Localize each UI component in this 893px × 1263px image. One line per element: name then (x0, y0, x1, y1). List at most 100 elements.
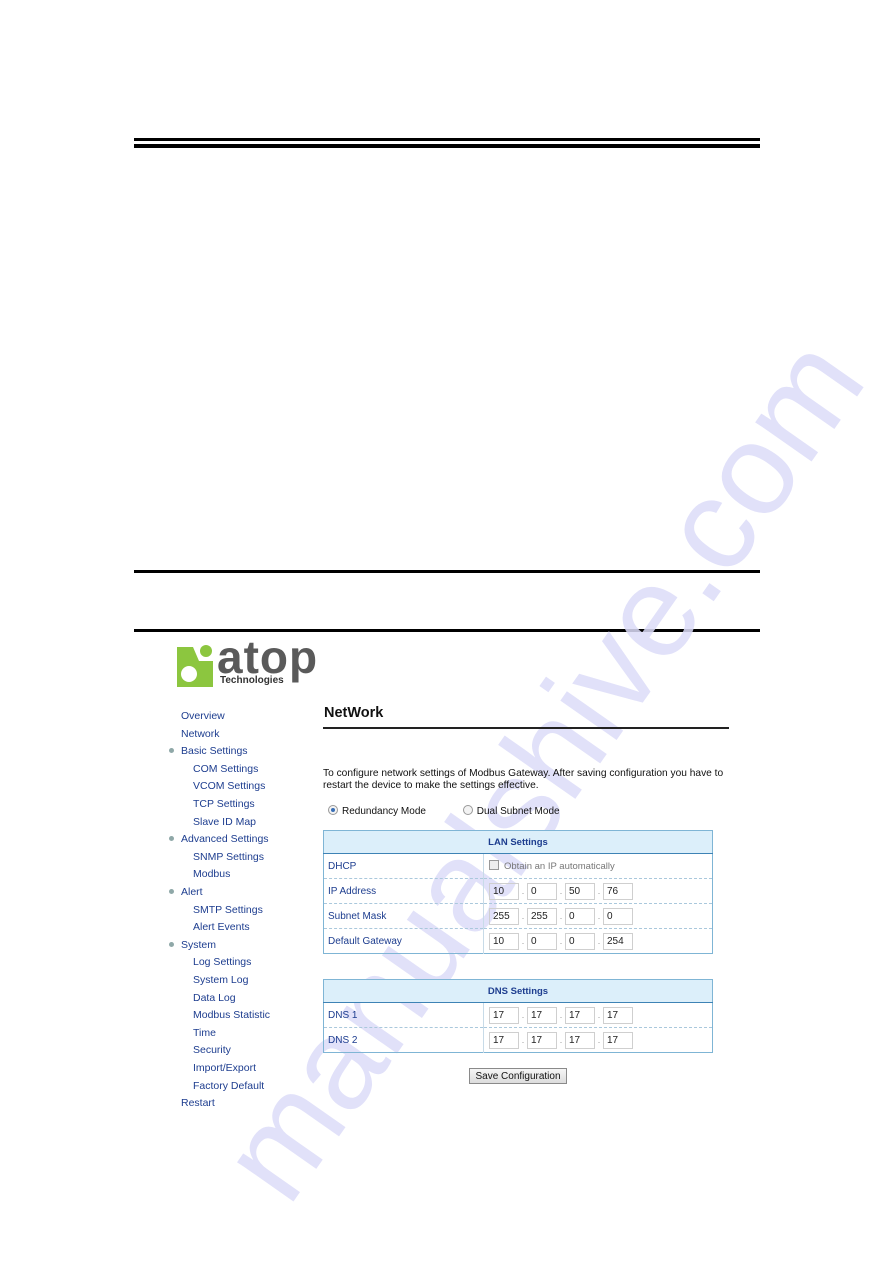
octet-separator: . (521, 936, 525, 946)
dns2-octet-4[interactable]: 17 (603, 1031, 633, 1049)
sidebar-item-system-log[interactable]: System Log (193, 974, 248, 986)
table-row: DNS 1 17. 17. 17. 17 (323, 1002, 713, 1028)
default-gateway-octet-4[interactable]: 254 (603, 932, 633, 950)
sidebar-item-factory-default[interactable]: Factory Default (193, 1080, 264, 1092)
dns-settings-table: DNS Settings DNS 1 17. 17. 17. 17 DNS 2 17.… (323, 979, 713, 1053)
octet-separator: . (521, 1035, 525, 1045)
expand-bullet-icon[interactable] (169, 888, 174, 894)
subnet-mask-octet-1[interactable]: 255 (489, 907, 519, 925)
dns2-octet-2[interactable]: 17 (527, 1031, 557, 1049)
dhcp-label: DHCP (323, 853, 484, 879)
dns1-octet-4[interactable]: 17 (603, 1006, 633, 1024)
ip-address-fields: 10. 0. 50. 76 (483, 878, 713, 904)
table-row: DHCP Obtain an IP automatically (323, 853, 713, 879)
atop-logo: atop Technologies (175, 631, 320, 690)
radio-unchecked-icon[interactable] (462, 805, 473, 816)
dhcp-checkbox[interactable] (489, 859, 499, 870)
default-gateway-octet-3[interactable]: 0 (565, 932, 595, 950)
table-row: IP Address 10. 0. 50. 76 (323, 878, 713, 904)
page-description: To configure network settings of Modbus … (323, 768, 724, 791)
logo-subtitle: Technologies (220, 675, 284, 686)
logo-mark-icon (177, 645, 213, 687)
octet-separator: . (597, 886, 601, 896)
default-gateway-label: Default Gateway (323, 928, 484, 954)
sidebar-item-security[interactable]: Security (193, 1044, 231, 1056)
sidebar-item-label: Alert Events (193, 921, 250, 934)
dns2-octet-1[interactable]: 17 (489, 1031, 519, 1049)
dns1-octet-1[interactable]: 17 (489, 1006, 519, 1024)
sidebar-item-label: Advanced Settings (181, 833, 269, 846)
radio-redundancy-mode[interactable]: Redundancy Mode (328, 805, 426, 817)
dns1-label: DNS 1 (323, 1002, 484, 1028)
sidebar-item-label: Import/Export (193, 1062, 257, 1074)
sidebar-item-overview[interactable]: Overview (181, 710, 225, 722)
sidebar-item-basic-settings[interactable]: Basic Settings (169, 745, 248, 757)
sidebar-item-alert[interactable]: Alert (169, 886, 203, 898)
ip-address-octet-4[interactable]: 76 (603, 882, 633, 900)
expand-bullet-icon[interactable] (169, 747, 174, 753)
default-gateway-fields: 10. 0. 0. 254 (484, 929, 713, 954)
sidebar-item-vcom-settings[interactable]: VCOM Settings (193, 780, 265, 792)
sidebar-item-tcp-settings[interactable]: TCP Settings (193, 798, 255, 810)
octet-separator: . (559, 911, 563, 921)
dns2-label: DNS 2 (323, 1027, 484, 1053)
octet-separator: . (559, 1010, 563, 1020)
subnet-mask-octet-2[interactable]: 255 (527, 907, 557, 925)
default-gateway-octet-2[interactable]: 0 (527, 932, 557, 950)
dns1-octet-2[interactable]: 17 (527, 1006, 557, 1024)
sidebar-item-com-settings[interactable]: COM Settings (193, 763, 258, 775)
dns-settings-header: DNS Settings (323, 979, 713, 1003)
sidebar-item-label: Modbus (193, 868, 231, 881)
page-title: NetWork (324, 705, 384, 721)
sidebar-item-log-settings[interactable]: Log Settings (193, 956, 251, 968)
sidebar-item-label: Overview (181, 710, 225, 722)
dns2-fields: 17. 17. 17. 17 (484, 1028, 713, 1053)
sidebar-item-restart[interactable]: Restart (181, 1097, 215, 1109)
sidebar-item-snmp-settings[interactable]: SNMP Settings (193, 851, 264, 863)
sidebar-item-alert-events[interactable]: Alert Events (193, 921, 250, 933)
sidebar-item-advanced-settings[interactable]: Advanced Settings (169, 833, 269, 845)
sidebar-item-label: TCP Settings (193, 798, 255, 810)
sidebar-item-modbus-statistic[interactable]: Modbus Statistic (193, 1009, 270, 1021)
sidebar-item-label: Network (181, 727, 220, 740)
subnet-mask-label: Subnet Mask (323, 903, 484, 929)
sidebar-item-label: Alert (181, 886, 203, 898)
sidebar-item-label: COM Settings (193, 762, 259, 775)
table-row: DNS 2 17. 17. 17. 17 (323, 1027, 713, 1053)
sidebar-item-label: VCOM Settings (193, 780, 266, 793)
title-divider (323, 727, 729, 729)
default-gateway-octet-1[interactable]: 10 (489, 932, 519, 950)
ip-address-octet-2[interactable]: 0 (527, 882, 557, 900)
octet-separator: . (559, 886, 563, 896)
expand-bullet-icon[interactable] (169, 835, 174, 841)
sidebar-item-label: Data Log (193, 991, 236, 1004)
radio-checked-icon[interactable] (328, 805, 338, 816)
subnet-mask-octet-3[interactable]: 0 (565, 907, 595, 925)
sidebar-item-system[interactable]: System (169, 939, 216, 951)
sidebar-item-time[interactable]: Time (193, 1027, 216, 1039)
expand-bullet-icon[interactable] (169, 941, 174, 947)
section-rule-top (134, 570, 760, 573)
sidebar-item-slave-id-map[interactable]: Slave ID Map (193, 816, 256, 828)
header-double-rule-top (134, 138, 760, 141)
dns1-octet-3[interactable]: 17 (565, 1006, 595, 1024)
sidebar-item-label: Restart (181, 1097, 215, 1110)
save-configuration-button[interactable]: Save Configuration (469, 1068, 567, 1084)
radio-dual-subnet-mode[interactable]: Dual Subnet Mode (462, 805, 560, 817)
sidebar-item-network[interactable]: Network (181, 728, 220, 740)
sidebar-item-import-export[interactable]: Import/Export (193, 1062, 256, 1074)
sidebar-item-data-log[interactable]: Data Log (193, 992, 236, 1004)
ip-address-octet-1[interactable]: 10 (489, 882, 519, 900)
octet-separator: . (597, 1035, 601, 1045)
ip-address-octet-3[interactable]: 50 (565, 882, 595, 900)
lan-settings-table: LAN Settings DHCP Obtain an IP automatic… (323, 830, 713, 954)
sidebar-item-smtp-settings[interactable]: SMTP Settings (193, 904, 263, 916)
subnet-mask-octet-4[interactable]: 0 (603, 907, 633, 925)
sidebar-item-label: SMTP Settings (193, 903, 263, 916)
sidebar-item-label: SNMP Settings (193, 850, 265, 863)
sidebar-item-modbus[interactable]: Modbus (193, 868, 230, 880)
sidebar-item-label: Time (193, 1026, 216, 1039)
ip-address-label: IP Address (323, 878, 484, 904)
octet-separator: . (521, 911, 525, 921)
dns2-octet-3[interactable]: 17 (565, 1031, 595, 1049)
